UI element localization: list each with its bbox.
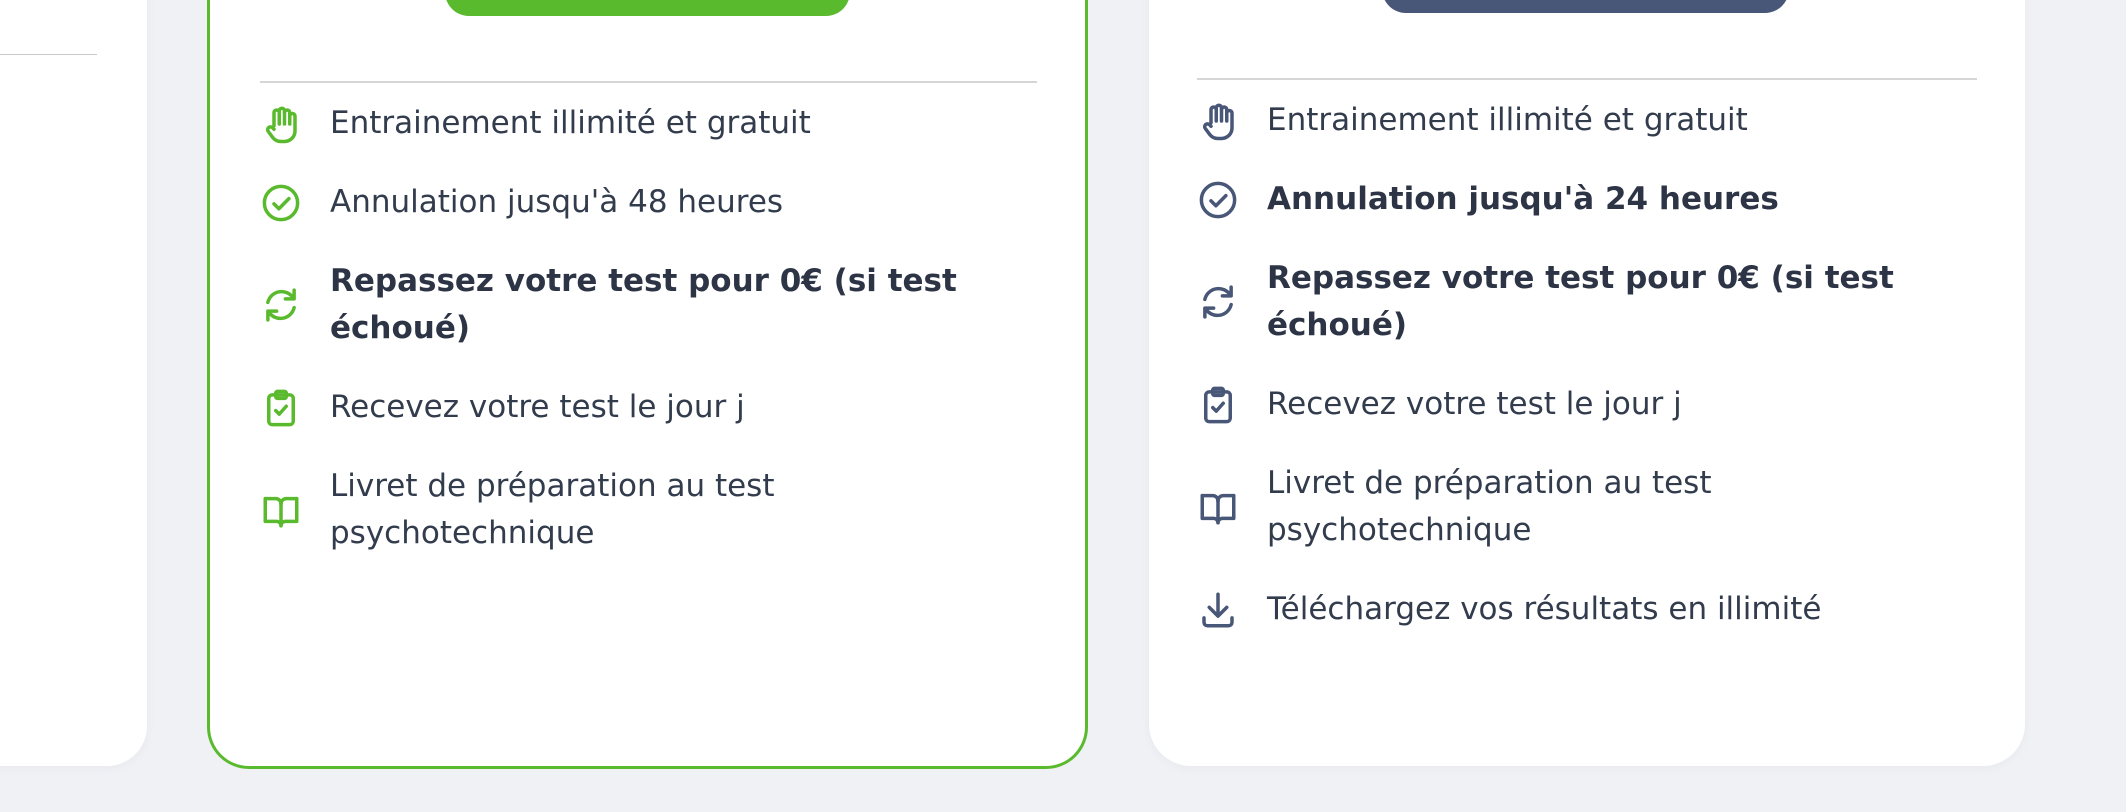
feature-item: Entrainement illimité et gratuit: [260, 100, 1025, 147]
book-icon: [1197, 486, 1239, 528]
feature-text: Repassez votre test pour 0€ (si test éch…: [1267, 260, 1894, 343]
feature-text: Annulation jusqu'à 48 heures: [330, 184, 784, 220]
book-icon: [260, 489, 302, 531]
hand-icon: [260, 103, 302, 145]
refresh-icon: [260, 284, 302, 326]
check-circle-icon: [1197, 179, 1239, 221]
feature-list: Entrainement illimité et gratuit Annulat…: [260, 100, 1025, 589]
feature-item: Livret de préparation au test psychotech…: [1197, 460, 1965, 554]
feature-text: Annulation jusqu'à 24 heures: [1267, 181, 1779, 217]
feature-text: Livret de préparation au test psychotech…: [330, 468, 775, 551]
feature-text: Recevez votre test le jour j: [330, 389, 745, 425]
select-plan-button[interactable]: [1382, 0, 1789, 13]
check-circle-icon: [260, 182, 302, 224]
feature-list: Entrainement illimité et gratuit Annulat…: [1197, 97, 1965, 665]
feature-item: Recevez votre test le jour j: [1197, 381, 1965, 428]
feature-text: Recevez votre test le jour j: [1267, 386, 1682, 422]
clipboard-check-icon: [260, 387, 302, 429]
feature-item: Entrainement illimité et gratuit: [1197, 97, 1965, 144]
feature-text: Repassez votre test pour 0€ (si test éch…: [330, 263, 957, 346]
feature-text: Livret de préparation au test psychotech…: [1267, 465, 1712, 548]
feature-item: Recevez votre test le jour j: [260, 384, 1025, 431]
divider: [1197, 78, 1977, 80]
clipboard-check-icon: [1197, 384, 1239, 426]
hand-icon: [1197, 100, 1239, 142]
feature-item: Annulation jusqu'à 48 heures: [260, 179, 1025, 226]
feature-text: Téléchargez vos résultats en illimité: [1267, 591, 1822, 627]
feature-item: Repassez votre test pour 0€ (si test éch…: [260, 258, 1025, 352]
feature-text: Entrainement illimité et gratuit: [330, 105, 811, 141]
pricing-card-premium: Entrainement illimité et gratuit Annulat…: [1149, 0, 2025, 766]
download-icon: [1197, 589, 1239, 631]
select-plan-button[interactable]: [445, 0, 850, 16]
pricing-card-left: [0, 0, 147, 766]
refresh-icon: [1197, 281, 1239, 323]
feature-item: Repassez votre test pour 0€ (si test éch…: [1197, 255, 1965, 349]
pricing-card-recommended: Entrainement illimité et gratuit Annulat…: [207, 0, 1088, 769]
feature-item: Livret de préparation au test psychotech…: [260, 463, 1025, 557]
feature-item: Téléchargez vos résultats en illimité: [1197, 586, 1965, 633]
divider: [260, 81, 1037, 83]
feature-item: Annulation jusqu'à 24 heures: [1197, 176, 1965, 223]
divider: [0, 54, 97, 55]
feature-text: Entrainement illimité et gratuit: [1267, 102, 1748, 138]
